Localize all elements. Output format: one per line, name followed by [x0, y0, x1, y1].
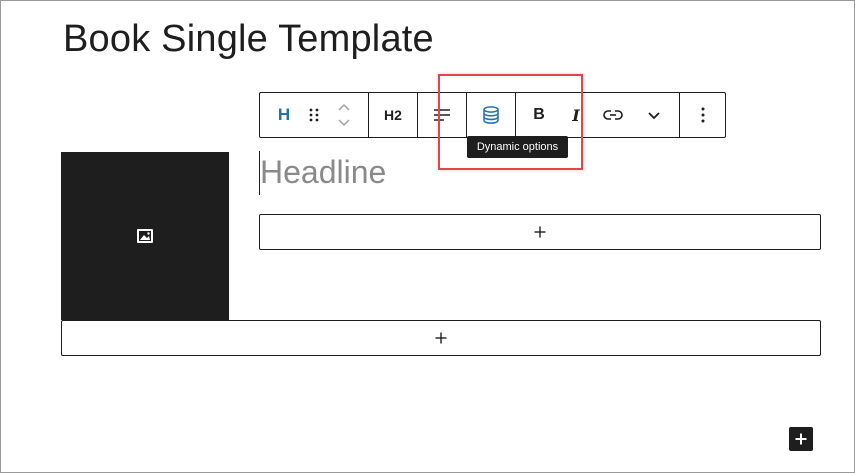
inner-block-appender[interactable] [259, 214, 821, 250]
editor-canvas: Book Single Template H H2 B I Dynamic op… [0, 0, 855, 473]
more-vertical-icon [701, 107, 704, 123]
image-placeholder-icon [137, 229, 153, 243]
block-type-button[interactable]: H [272, 93, 296, 137]
drag-handle[interactable] [304, 93, 324, 137]
highlight-annotation [438, 74, 583, 170]
heading-icon: H [277, 105, 291, 124]
link-button[interactable] [597, 93, 629, 137]
block-options-button[interactable] [680, 93, 725, 137]
drag-handle-icon [309, 108, 319, 122]
plus-icon [534, 226, 546, 238]
chevron-down-icon [648, 112, 660, 120]
more-rich-text-button[interactable] [640, 93, 668, 137]
headline-input[interactable]: Headline [260, 154, 386, 191]
image-block[interactable] [61, 152, 229, 320]
link-icon [603, 110, 623, 120]
page-title: Book Single Template [63, 18, 434, 60]
move-up-down-icon [338, 103, 350, 127]
heading-level-button[interactable]: H2 [369, 93, 417, 137]
outer-block-appender[interactable] [61, 320, 821, 356]
heading-level-label: H2 [384, 107, 402, 123]
plus-icon [795, 433, 807, 445]
move-buttons[interactable] [332, 93, 356, 137]
add-block-button[interactable] [789, 427, 813, 451]
plus-icon [435, 332, 447, 344]
